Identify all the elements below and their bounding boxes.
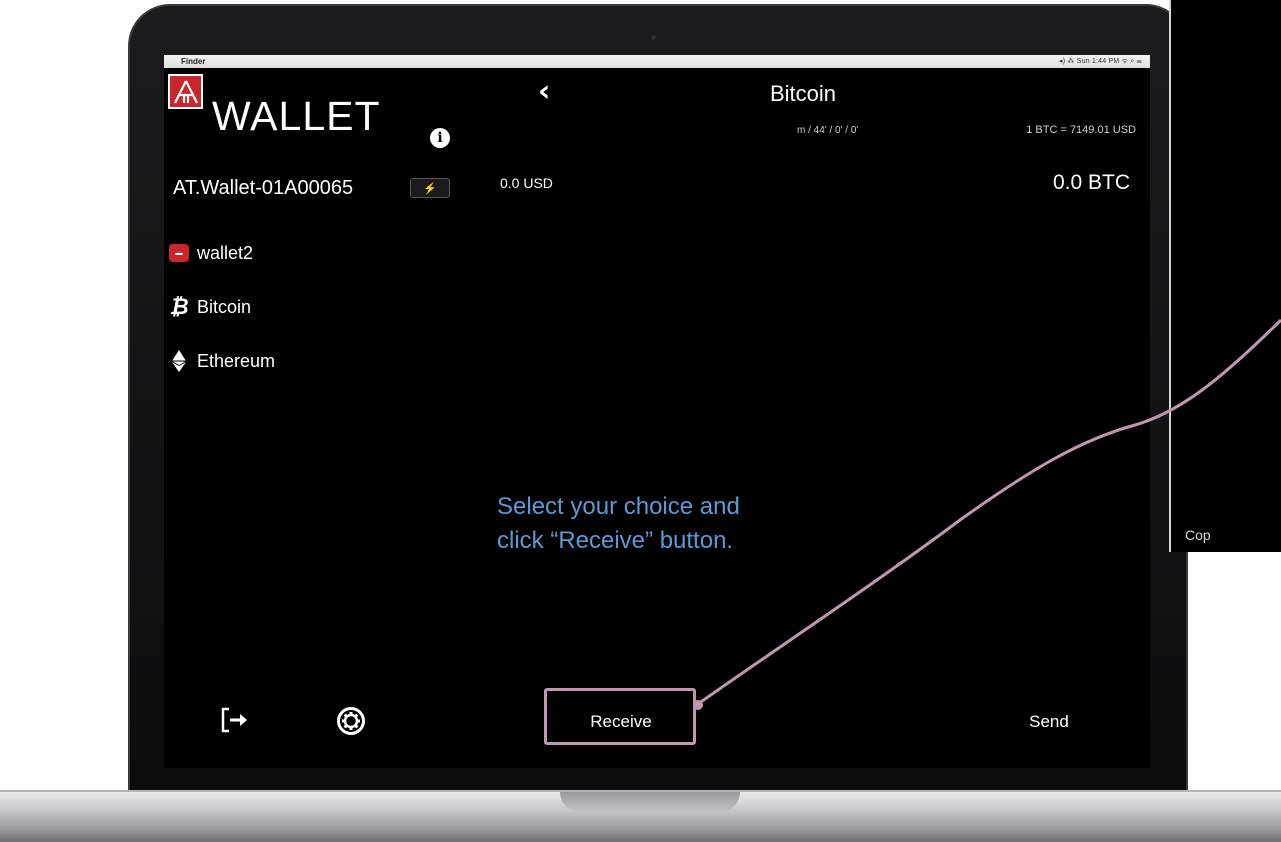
send-button[interactable]: Send (994, 692, 1104, 752)
device-name[interactable]: AT.Wallet-01A00065 (173, 177, 353, 200)
logo-text: WALLET (212, 93, 381, 139)
usd-balance: 0.0 USD (500, 175, 553, 191)
sidebar-item-bitcoin[interactable]: ₿ Bitcoin (164, 292, 464, 322)
back-icon[interactable]: ‹ (538, 77, 550, 107)
logout-icon[interactable] (219, 705, 249, 735)
sidebar-item-label: Ethereum (197, 351, 276, 371)
logo-icon (168, 74, 203, 109)
side-panel (1169, 0, 1281, 552)
laptop-notch (560, 792, 740, 812)
gear-icon[interactable] (335, 705, 367, 737)
camera-dot (651, 35, 656, 40)
menubar-app-name[interactable]: Finder (181, 57, 205, 66)
sidebar-item-label: wallet2 (197, 243, 254, 263)
mac-menubar: Finder ◂) ⁂ Sun 1:44 PM ᯤ ⌕ ☰ (164, 55, 1150, 68)
instruction-text: Select your choice and click “Receive” b… (497, 490, 857, 558)
instruction-line-1: Select your choice and (497, 493, 740, 520)
menubar-status: ◂) ⁂ Sun 1:44 PM ᯤ ⌕ ☰ (1059, 58, 1142, 65)
ethereum-icon (168, 350, 190, 372)
flash-badge[interactable]: ⚡ (410, 178, 450, 198)
derivation-path: m / 44' / 0' / 0' (797, 125, 859, 136)
side-panel-text: Cop (1185, 527, 1211, 543)
instruction-line-2: click “Receive” button. (497, 527, 734, 554)
wallet-icon: ▬ (168, 242, 190, 264)
sidebar-item-ethereum[interactable]: Ethereum (164, 346, 464, 376)
exchange-rate: 1 BTC = 7149.01 USD (1026, 124, 1136, 136)
btc-balance: 0.0 BTC (1052, 171, 1130, 194)
page-title: Bitcoin (770, 81, 837, 106)
bitcoin-icon: ₿ (169, 294, 189, 319)
app-screen: Finder ◂) ⁂ Sun 1:44 PM ᯤ ⌕ ☰ WALLET i A… (164, 55, 1150, 768)
sidebar-item-wallet2[interactable]: ▬ wallet2 (164, 238, 464, 268)
receive-highlight (544, 688, 696, 745)
sidebar-item-label: Bitcoin (197, 297, 252, 317)
info-icon[interactable]: i (430, 128, 450, 148)
